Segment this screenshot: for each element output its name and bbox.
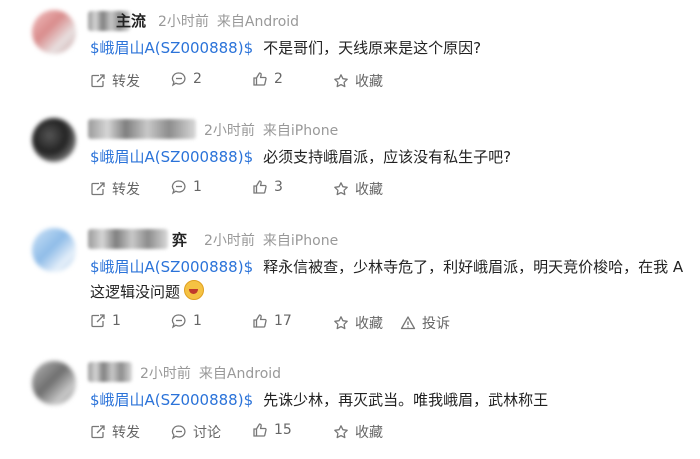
favorite-icon bbox=[334, 74, 348, 88]
stock-tag-link[interactable]: $峨眉山A(SZ000888)$ bbox=[90, 258, 253, 276]
favorite-icon bbox=[334, 316, 348, 330]
username-blurred[interactable] bbox=[88, 119, 196, 139]
favorite-button[interactable]: 收藏 bbox=[333, 179, 383, 199]
username-blurred[interactable] bbox=[88, 229, 168, 249]
comment-text: $峨眉山A(SZ000888)$ 先诛少林，再灭武当。唯我峨眉，武林称王 bbox=[90, 391, 549, 409]
comment-button[interactable]: 1 bbox=[171, 179, 202, 195]
comment-icon bbox=[171, 72, 186, 87]
comment-icon bbox=[171, 314, 186, 329]
comment-icon bbox=[171, 425, 186, 440]
comment-meta: 2小时前 来自Android bbox=[140, 363, 281, 383]
stock-tag-link[interactable]: $峨眉山A(SZ000888)$ bbox=[90, 39, 253, 57]
like-button[interactable]: 3 bbox=[252, 179, 283, 195]
stock-tag-link[interactable]: $峨眉山A(SZ000888)$ bbox=[90, 391, 253, 409]
source: 来自Android bbox=[198, 366, 282, 382]
timestamp: 2小时前 bbox=[140, 366, 191, 382]
repost-icon bbox=[91, 74, 105, 88]
repost-button[interactable]: 转发 bbox=[90, 179, 140, 199]
comment-meta: 2小时前 来自iPhone bbox=[204, 120, 338, 140]
timestamp: 2小时前 bbox=[158, 14, 209, 30]
username-blurred[interactable] bbox=[88, 362, 132, 382]
source: 来自iPhone bbox=[262, 123, 339, 139]
timestamp: 2小时前 bbox=[204, 233, 255, 249]
comment-meta: 2小时前 来自Android bbox=[158, 11, 299, 31]
repost-icon bbox=[91, 182, 105, 196]
comment-icon bbox=[171, 180, 186, 195]
repost-button[interactable]: 1 bbox=[90, 313, 121, 329]
repost-icon bbox=[91, 425, 105, 439]
comment-text: $峨眉山A(SZ000888)$ 释永信被查，少林寺危了，利好峨眉派，明天竞价梭哈… bbox=[90, 258, 684, 276]
grinning-emoji-icon bbox=[184, 280, 205, 300]
repost-button[interactable]: 转发 bbox=[90, 71, 140, 91]
avatar[interactable] bbox=[32, 10, 76, 54]
like-icon bbox=[253, 180, 267, 194]
like-button[interactable]: 15 bbox=[252, 422, 292, 438]
avatar[interactable] bbox=[32, 118, 76, 162]
comment-meta: 2小时前 来自iPhone bbox=[204, 230, 338, 250]
comment-text: $峨眉山A(SZ000888)$ 不是哥们，天线原来是这个原因? bbox=[90, 39, 482, 57]
comment-button[interactable]: 1 bbox=[171, 313, 202, 329]
like-button[interactable]: 2 bbox=[252, 71, 283, 87]
username[interactable]: 主流 bbox=[116, 10, 146, 31]
report-icon bbox=[400, 316, 416, 330]
repost-icon bbox=[91, 314, 105, 328]
favorite-button[interactable]: 收藏 bbox=[333, 313, 383, 333]
stock-tag-link[interactable]: $峨眉山A(SZ000888)$ bbox=[90, 148, 253, 166]
report-button[interactable]: 投诉 bbox=[400, 313, 450, 333]
favorite-button[interactable]: 收藏 bbox=[333, 422, 383, 442]
comment-text-line2: 这逻辑没问题 bbox=[90, 280, 205, 303]
comment-text: $峨眉山A(SZ000888)$ 必须支持峨眉派，应该没有私生子吧? bbox=[90, 148, 512, 166]
like-icon bbox=[253, 72, 267, 86]
comment-button[interactable]: 讨论 bbox=[171, 422, 221, 442]
favorite-button[interactable]: 收藏 bbox=[333, 71, 383, 91]
like-icon bbox=[253, 423, 267, 437]
source: 来自iPhone bbox=[262, 233, 339, 249]
favorite-icon bbox=[334, 182, 348, 196]
comment-button[interactable]: 2 bbox=[171, 71, 202, 87]
avatar[interactable] bbox=[32, 361, 76, 405]
username[interactable]: 弈 bbox=[172, 229, 187, 250]
repost-button[interactable]: 转发 bbox=[90, 422, 140, 442]
like-button[interactable]: 17 bbox=[252, 313, 292, 329]
source: 来自Android bbox=[216, 14, 300, 30]
like-icon bbox=[253, 314, 267, 328]
favorite-icon bbox=[334, 425, 348, 439]
timestamp: 2小时前 bbox=[204, 123, 255, 139]
avatar[interactable] bbox=[32, 228, 76, 272]
